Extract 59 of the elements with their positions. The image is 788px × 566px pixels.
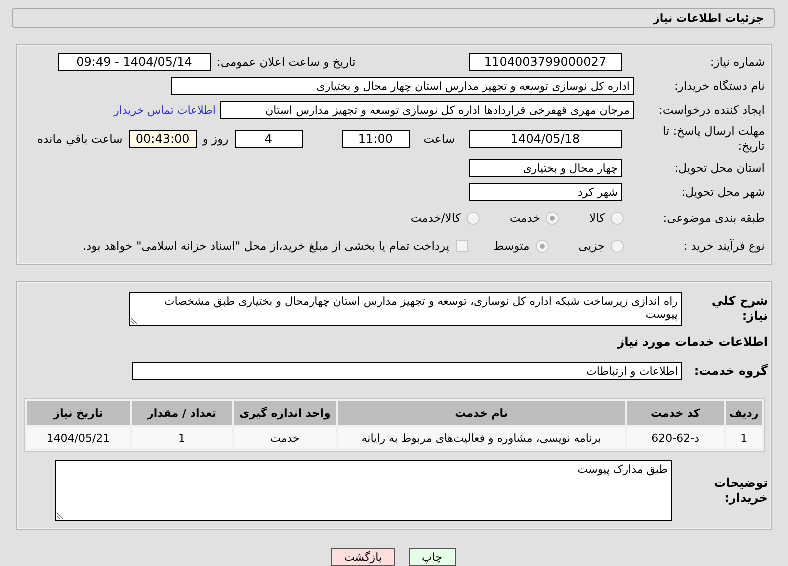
column-header: کد خدمت	[626, 401, 724, 425]
page-title: جزئیات اطلاعات نیاز	[654, 12, 764, 24]
column-header: ردیف	[726, 401, 762, 425]
field-label: شماره نیاز:	[709, 54, 765, 70]
field-label: نام دستگاه خریدار:	[673, 78, 765, 94]
field-label: شرح کلي نياز:	[710, 294, 768, 324]
column-header: تاریخ نیاز	[27, 401, 130, 425]
back-button[interactable]: بازگشت	[331, 548, 396, 566]
city-field: شهر کرد	[469, 183, 622, 201]
service-group-field: اطلاعات و ارتباطات	[132, 362, 682, 380]
column-header: واحد اندازه گیری	[234, 401, 336, 425]
resize-grip-icon	[131, 317, 138, 324]
field-label: طبقه بندی موضوعی:	[662, 210, 765, 226]
column-header: نام خدمت	[338, 401, 625, 425]
buyer-notes-box: طبق مدارک پیوست	[55, 460, 672, 521]
table-cell: 1	[132, 427, 232, 449]
requester-field: مرجان مهری قهفرخی قراردادها اداره کل نوسازی توسعه و تجهیز مدارس استان	[220, 101, 634, 119]
field-label: مهلت ارسال پاسخ: تا تاریخ:	[662, 124, 765, 154]
field-label: استان محل تحویل:	[674, 160, 765, 176]
radio-button[interactable]	[546, 212, 560, 224]
field-label: تاریخ و ساعت اعلان عمومی:	[217, 54, 357, 70]
table-cell: برنامه نویسی، مشاوره و فعالیت‌های مربوط به رایانه	[338, 427, 625, 449]
deadline-time-field: 11:00	[342, 130, 410, 148]
table-cell: 1	[726, 427, 762, 449]
table-cell: د-62-620	[626, 427, 724, 449]
radio-label: جزیی	[578, 239, 605, 253]
checkbox[interactable]	[456, 240, 468, 252]
field-label: نوع فرآیند خرید :	[682, 238, 765, 254]
need-number-field: 1104003799000027	[469, 53, 622, 71]
radio-label: کالا	[589, 211, 605, 225]
print-button[interactable]: چاپ	[409, 548, 456, 566]
remaining-time-field: 00:43:00	[128, 130, 197, 148]
field-label: گروه خدمت:	[693, 364, 768, 378]
section-heading: اطلاعات خدمات مورد نیاز	[618, 335, 768, 349]
remaining-label: ساعت باقي مانده	[38, 132, 123, 146]
field-label: ایجاد کننده درخواست:	[658, 102, 765, 118]
radio-label: متوسط	[494, 239, 530, 253]
radio-label: کالا/خدمت	[410, 211, 461, 225]
time-label: ساعت	[424, 132, 455, 146]
field-label: توضیحات خریدار:	[713, 476, 768, 506]
province-field: چهار محال و بختیاری	[469, 159, 622, 177]
days-label: روز و	[202, 132, 229, 146]
radio-button[interactable]	[536, 240, 549, 252]
buyer-org-field: اداره کل نوسازی توسعه و تجهیز مدارس استان چهار محال و بختیاری	[171, 77, 634, 95]
days-field: 4	[234, 130, 303, 148]
radio-label: خدمت	[510, 211, 540, 225]
radio-button[interactable]	[611, 212, 624, 224]
resize-grip-icon	[57, 512, 64, 519]
column-header: تعداد / مقدار	[132, 401, 232, 425]
description-box: راه اندازی زیرساخت شبکه اداره کل نوسازی، توسعه و تجهیز مدارس استان چهارمحال و بختیاری طبق مشخصات پیوست	[129, 292, 682, 326]
buyer-contact-link[interactable]: اطلاعات تماس خریدار	[114, 104, 216, 116]
table-cell: خدمت	[234, 427, 336, 449]
radio-button[interactable]	[611, 240, 624, 252]
announce-date-field: 1404/05/14 - 09:49	[58, 53, 211, 71]
table-cell: 1404/05/21	[27, 427, 130, 449]
field-label: شهر محل تحویل:	[680, 184, 765, 200]
radio-button[interactable]	[466, 212, 480, 224]
deadline-date-field: 1404/05/18	[469, 130, 622, 148]
treasury-note: پرداخت تمام یا بخشی از مبلغ خرید،از محل "اسناد خزانه اسلامی" خواهد بود.	[82, 239, 450, 253]
